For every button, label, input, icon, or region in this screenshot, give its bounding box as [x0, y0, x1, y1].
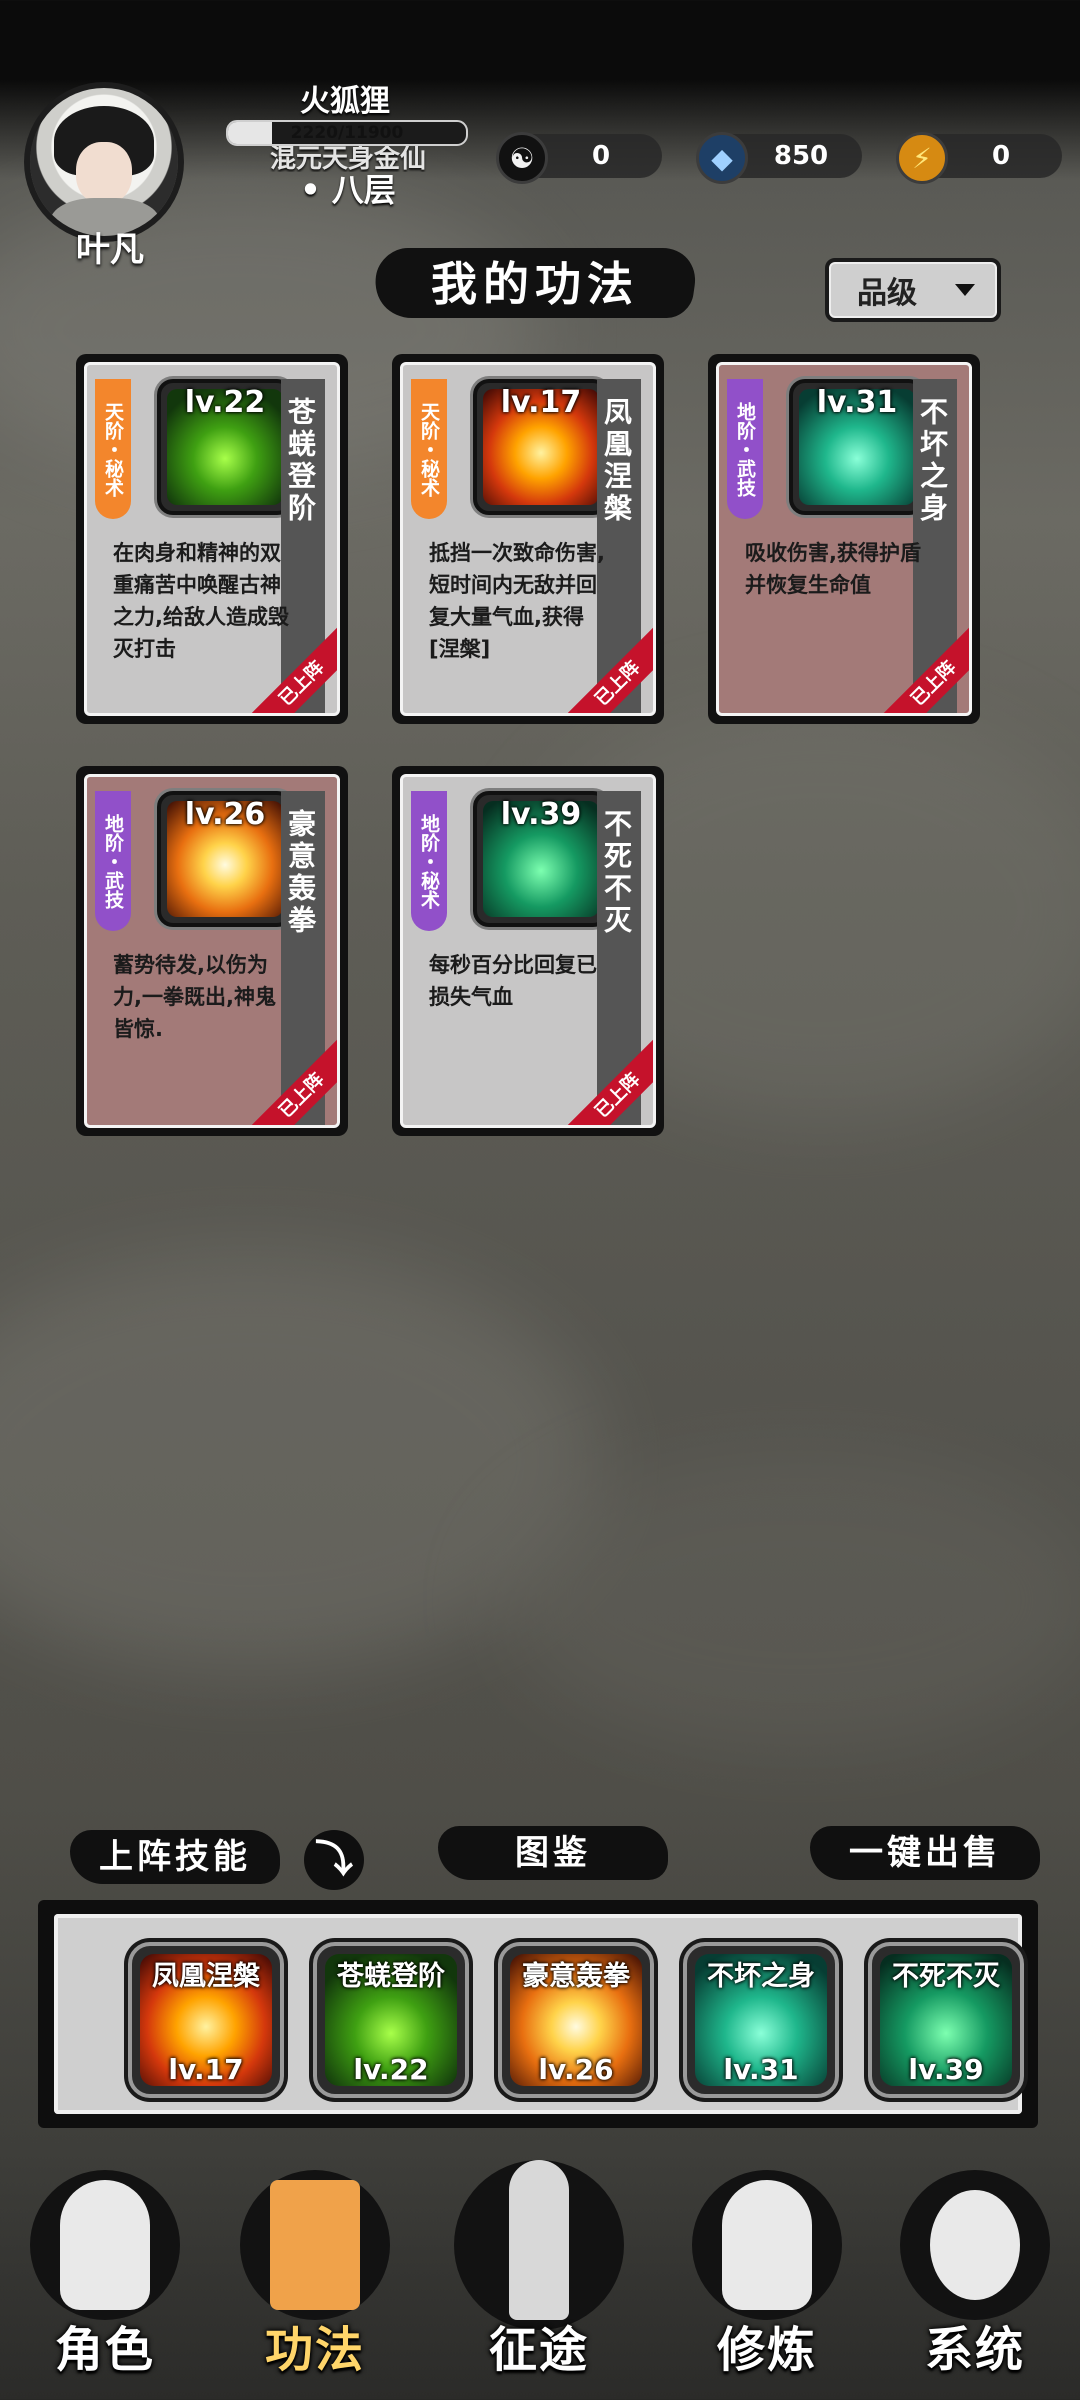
- exp-text: 2220/11900: [290, 123, 404, 143]
- nav-character[interactable]: 角色: [10, 2150, 200, 2400]
- skill-card[interactable]: 天阶・秘术 lv.22 苍蜣登阶 在肉身和精神的双重痛苦中唤醒古神之力,给敌人造…: [76, 354, 348, 724]
- skill-name: 苍蜣登阶: [284, 397, 317, 525]
- slot-level: lv.26: [538, 2053, 614, 2086]
- skill-card[interactable]: 天阶・秘术 lv.17 凤凰涅槃 抵挡一次致命伤害,短时间内无敌并回复大量气血,…: [392, 354, 664, 724]
- equipped-slot[interactable]: 苍蜣登阶 lv.22: [313, 1942, 469, 2098]
- avatar-face: [76, 142, 132, 204]
- skill-level: lv.26: [184, 797, 266, 832]
- crystal-icon: ◆: [696, 132, 748, 184]
- equipped-slot[interactable]: 不坏之身 lv.31: [683, 1942, 839, 2098]
- skill-card[interactable]: 地阶・武技 lv.31 不坏之身 吸收伤害,获得护盾并恢复生命值 已上阵: [708, 354, 980, 724]
- skill-card[interactable]: 地阶・秘术 lv.39 不死不灭 每秒百分比回复已损失气血 已上阵: [392, 766, 664, 1136]
- skill-card[interactable]: 地阶・武技 lv.26 豪意轰拳 蓄势待发,以伤为力,一拳既出,神鬼皆惊. 已上…: [76, 766, 348, 1136]
- nav-label: 修炼: [716, 2322, 817, 2378]
- slot-level: lv.39: [908, 2053, 984, 2086]
- equipped-slot[interactable]: 凤凰涅槃 lv.17: [128, 1942, 284, 2098]
- resource-value: 850: [773, 141, 829, 171]
- skill-level: lv.17: [500, 385, 582, 420]
- resource-energy[interactable]: ⚡ 0: [896, 132, 1062, 184]
- collapse-arrow-button[interactable]: ⤵: [304, 1830, 364, 1890]
- nav-label: 角色: [54, 2322, 155, 2378]
- grade-tag: 地阶・武技: [95, 791, 131, 931]
- slot-name: 凤凰涅槃: [152, 1961, 260, 1992]
- skill-name: 不坏之身: [916, 397, 949, 525]
- player-avatar[interactable]: [30, 88, 178, 236]
- page-title: 我的功法: [431, 257, 639, 311]
- meditation-icon: [722, 2180, 812, 2310]
- equipped-slot[interactable]: 豪意轰拳 lv.26: [498, 1942, 654, 2098]
- realm-line-1: 混元天身金仙: [269, 146, 426, 172]
- nav-system[interactable]: 系统: [880, 2150, 1070, 2400]
- slot-name: 不死不灭: [892, 1961, 1000, 1992]
- nav-label: 系统: [924, 2322, 1025, 2378]
- player-title: 火狐狸: [300, 84, 390, 119]
- slot-level: lv.17: [168, 2053, 244, 2086]
- nav-label: 征途: [488, 2322, 589, 2378]
- collection-button[interactable]: 图鉴: [438, 1826, 668, 1880]
- journey-icon: [509, 2160, 569, 2320]
- resource-yinyang[interactable]: ☯ 0: [496, 132, 662, 184]
- equipped-skills-label: 上阵技能: [70, 1830, 280, 1884]
- skill-level: lv.31: [816, 385, 898, 420]
- skill-description: 蓄势待发,以伤为力,一拳既出,神鬼皆惊.: [113, 953, 276, 1041]
- skill-thumbnail: lv.39: [473, 791, 609, 927]
- grade-tag: 地阶・武技: [727, 379, 763, 519]
- grade-tag: 天阶・秘术: [411, 379, 447, 519]
- system-icon: [930, 2190, 1020, 2300]
- nav-skills[interactable]: 功法: [220, 2150, 410, 2400]
- resource-value: 0: [991, 141, 1011, 171]
- equipped-skill-tray: 凤凰涅槃 lv.17 苍蜣登阶 lv.22 豪意轰拳 lv.26 不坏之身 lv.31 …: [38, 1900, 1038, 2128]
- skill-level: lv.22: [184, 385, 266, 420]
- lightning-icon: ⚡: [896, 132, 948, 184]
- player-name: 叶凡: [76, 230, 144, 270]
- realm-line-2: • 八层: [300, 171, 396, 209]
- slot-level: lv.22: [353, 2053, 429, 2086]
- skill-name: 不死不灭: [600, 809, 633, 937]
- nav-journey[interactable]: 征途: [444, 2150, 634, 2400]
- filter-label: 品级: [857, 276, 917, 311]
- skill-description: 在肉身和精神的双重痛苦中唤醒古神之力,给敌人造成毁灭打击: [113, 541, 289, 661]
- grade-filter-dropdown[interactable]: 品级: [825, 258, 1001, 322]
- chevron-down-icon: [955, 284, 975, 296]
- skill-thumbnail: lv.17: [473, 379, 609, 515]
- nav-cultivation[interactable]: 修炼: [672, 2150, 862, 2400]
- slot-name: 不坏之身: [707, 1961, 815, 1992]
- grade-tag: 天阶・秘术: [95, 379, 131, 519]
- slot-name: 豪意轰拳: [522, 1961, 630, 1992]
- realm-text: 混元天身金仙 • 八层: [218, 146, 478, 208]
- skill-name: 凤凰涅槃: [600, 397, 633, 525]
- skill-level: lv.39: [500, 797, 582, 832]
- nav-label: 功法: [264, 2322, 365, 2378]
- skill-description: 每秒百分比回复已损失气血: [429, 953, 597, 1009]
- skill-name: 豪意轰拳: [284, 809, 317, 937]
- skill-book-icon: [270, 2180, 360, 2310]
- character-icon: [60, 2180, 150, 2310]
- exp-bar: 2220/11900: [226, 120, 468, 146]
- sell-all-button[interactable]: 一键出售: [810, 1826, 1040, 1880]
- slot-name: 苍蜣登阶: [337, 1961, 445, 1992]
- skill-thumbnail: lv.31: [789, 379, 925, 515]
- skill-thumbnail: lv.22: [157, 379, 293, 515]
- resource-crystal[interactable]: ◆ 850: [696, 132, 862, 184]
- resource-value: 0: [591, 141, 611, 171]
- grade-tag: 地阶・秘术: [411, 791, 447, 931]
- slot-level: lv.31: [723, 2053, 799, 2086]
- skill-thumbnail: lv.26: [157, 791, 293, 927]
- skill-description: 吸收伤害,获得护盾并恢复生命值: [745, 541, 921, 597]
- skill-description: 抵挡一次致命伤害,短时间内无敌并回复大量气血,获得[涅槃]: [429, 541, 605, 661]
- equipped-slot[interactable]: 不死不灭 lv.39: [868, 1942, 1024, 2098]
- yin-yang-icon: ☯: [496, 132, 548, 184]
